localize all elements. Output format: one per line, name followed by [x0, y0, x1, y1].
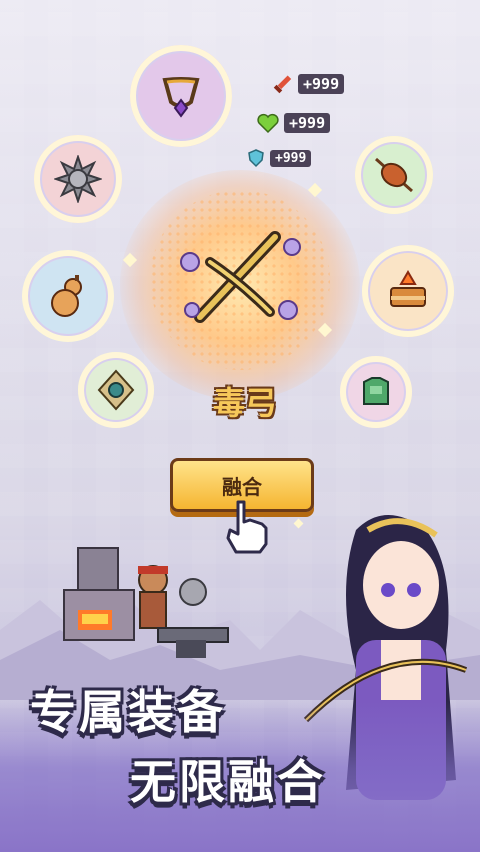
- shield-icon: [248, 149, 264, 168]
- gourd-icon: [51, 275, 82, 317]
- headline-line2: 无限融合: [130, 755, 326, 809]
- cake-slot[interactable]: [362, 245, 454, 337]
- amulet-slot[interactable]: [78, 352, 154, 428]
- roast-meat-icon: [375, 157, 413, 193]
- heart-icon: [257, 113, 279, 134]
- armor-icon: [363, 377, 389, 405]
- stat-attack-value: +999: [298, 74, 345, 94]
- necklace-icon: [162, 77, 200, 118]
- fuse-button-label: 融合: [222, 474, 262, 499]
- stat-attack: +999: [270, 72, 345, 96]
- blacksmith-forge-scene: [63, 547, 229, 658]
- item-name: 毒弓: [212, 384, 277, 422]
- sword-icon: [273, 75, 292, 94]
- cake-icon: [390, 270, 426, 307]
- roast-meat-slot[interactable]: [355, 136, 433, 214]
- gourd-slot[interactable]: [22, 250, 114, 342]
- crossbow-icon: [180, 231, 301, 323]
- stat-defense-value: +999: [270, 149, 312, 167]
- stat-health: +999: [256, 112, 331, 134]
- armor-slot[interactable]: [340, 356, 412, 428]
- stat-defense: +999: [246, 148, 312, 168]
- spiked-ball-icon: [54, 155, 102, 203]
- spiked-ball-slot[interactable]: [34, 135, 122, 223]
- amulet-icon: [97, 369, 135, 411]
- stat-health-value: +999: [284, 113, 331, 133]
- headline-line1: 专属装备: [30, 685, 226, 739]
- necklace-slot[interactable]: [130, 45, 232, 147]
